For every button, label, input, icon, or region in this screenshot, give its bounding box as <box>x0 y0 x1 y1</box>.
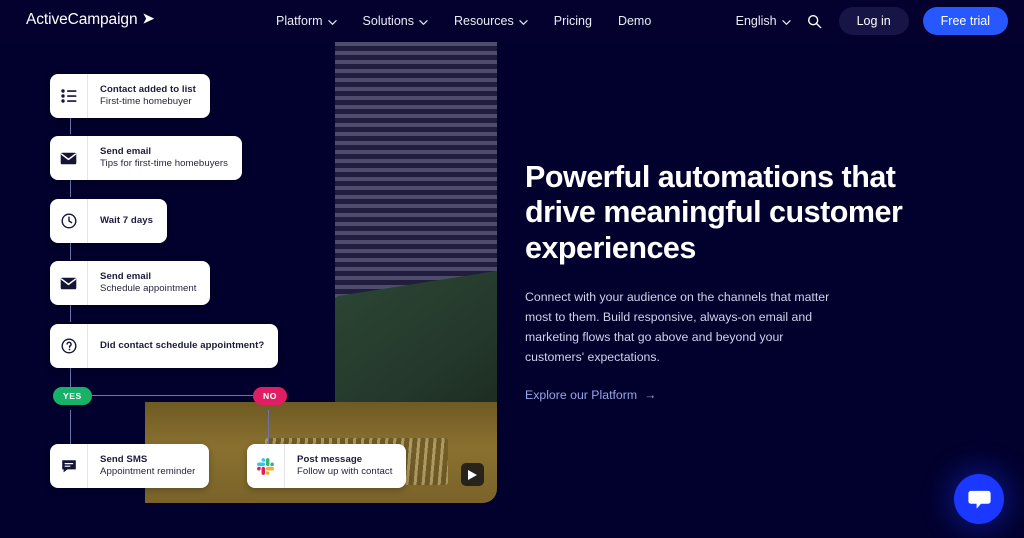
automation-card[interactable]: Wait 7 days <box>50 199 167 243</box>
envelope-icon <box>50 136 88 180</box>
automation-card-body: Send email Tips for first-time homebuyer… <box>88 136 242 180</box>
automation-card[interactable]: Contact added to list First-time homebuy… <box>50 74 210 118</box>
sms-icon <box>50 444 88 488</box>
brand-logo[interactable]: ActiveCampaign ➤ <box>26 10 155 29</box>
automation-card[interactable]: Did contact schedule appointment? <box>50 324 279 368</box>
top-navigation: ActiveCampaign ➤ Platform Solutions Reso… <box>0 0 1024 42</box>
nav-item-solutions[interactable]: Solutions <box>363 14 428 28</box>
chevron-down-icon <box>327 18 337 27</box>
automation-card-subtitle: Appointment reminder <box>100 466 196 477</box>
nav-label: Pricing <box>553 14 592 28</box>
language-selector[interactable]: English <box>736 14 791 28</box>
nav-item-demo[interactable]: Demo <box>618 14 651 28</box>
nav-label: Platform <box>276 14 323 28</box>
automation-card-body: Contact added to list First-time homebuy… <box>88 74 210 118</box>
question-mark-icon <box>50 324 88 368</box>
free-trial-button[interactable]: Free trial <box>922 7 1008 35</box>
list-icon <box>50 74 88 118</box>
automation-card-title: Wait 7 days <box>100 214 153 226</box>
automation-card-body: Send SMS Appointment reminder <box>88 444 209 488</box>
nav-item-pricing[interactable]: Pricing <box>554 14 592 28</box>
play-button[interactable] <box>461 463 484 486</box>
arrow-right-icon: → <box>644 387 657 402</box>
automation-card-subtitle: Tips for first-time homebuyers <box>100 158 229 169</box>
automation-card-subtitle: Follow up with contact <box>297 466 393 477</box>
chevron-down-icon <box>519 18 528 27</box>
automation-card[interactable]: Send SMS Appointment reminder <box>50 444 210 488</box>
hero-description: Connect with your audience on the channe… <box>525 290 830 364</box>
branch-badge-no[interactable]: NO <box>253 387 287 405</box>
hero-content: Powerful automations that drive meaningf… <box>525 160 925 404</box>
automation-card-body: Did contact schedule appointment? <box>88 324 278 368</box>
page-root: Contact added to list First-time homebuy… <box>0 0 1024 538</box>
automation-card-body: Send email Schedule appointment <box>88 261 210 305</box>
nav-item-resources[interactable]: Resources <box>454 14 528 28</box>
automation-card-title: Contact added to list <box>100 83 196 95</box>
automation-card-title: Did contact schedule appointment? <box>100 339 265 351</box>
nav-label: Resources <box>453 14 514 28</box>
automation-card-body: Wait 7 days <box>88 199 167 243</box>
brand-name: ActiveCampaign <box>26 11 138 28</box>
language-label: English <box>735 14 777 28</box>
chat-bubble-icon <box>967 488 992 511</box>
automation-card-subtitle: First-time homebuyer <box>100 96 192 107</box>
primary-nav: Platform Solutions Resources Pricing Dem… <box>276 0 651 42</box>
automation-card-subtitle: Schedule appointment <box>100 283 197 294</box>
chevron-down-icon <box>419 18 428 27</box>
nav-actions: English Log in Free trial <box>736 0 1008 42</box>
login-button[interactable]: Log in <box>838 7 909 35</box>
explore-platform-link[interactable]: Explore our Platform → <box>525 388 656 402</box>
search-icon[interactable] <box>805 11 825 31</box>
chat-widget-button[interactable] <box>954 474 1004 524</box>
photo-window-blinds <box>335 42 497 310</box>
envelope-icon <box>50 261 88 305</box>
branch-badge-yes[interactable]: YES <box>53 387 92 405</box>
flow-branch-line <box>70 395 270 397</box>
automation-card[interactable]: Send email Tips for first-time homebuyer… <box>50 136 243 180</box>
automation-card-body: Post message Follow up with contact <box>285 444 406 488</box>
automation-card[interactable]: Send email Schedule appointment <box>50 261 211 305</box>
automation-card-title: Send email <box>100 270 152 282</box>
automation-card-title: Send email <box>100 145 152 157</box>
slack-icon <box>247 444 285 488</box>
nav-item-platform[interactable]: Platform <box>276 14 337 28</box>
nav-label: Demo <box>617 14 652 28</box>
flow-connector <box>70 410 72 444</box>
nav-label: Solutions <box>362 14 414 28</box>
automation-card-title: Post message <box>297 453 363 465</box>
automation-card-title: Send SMS <box>100 453 148 465</box>
flow-connector <box>268 410 270 444</box>
page-title: Powerful automations that drive meaningf… <box>525 160 903 265</box>
chevron-down-icon <box>781 18 791 27</box>
explore-platform-label: Explore our Platform <box>525 387 638 402</box>
logo-chevron-icon: ➤ <box>142 10 155 26</box>
automation-card[interactable]: Post message Follow up with contact <box>247 444 407 488</box>
clock-icon <box>50 199 88 243</box>
